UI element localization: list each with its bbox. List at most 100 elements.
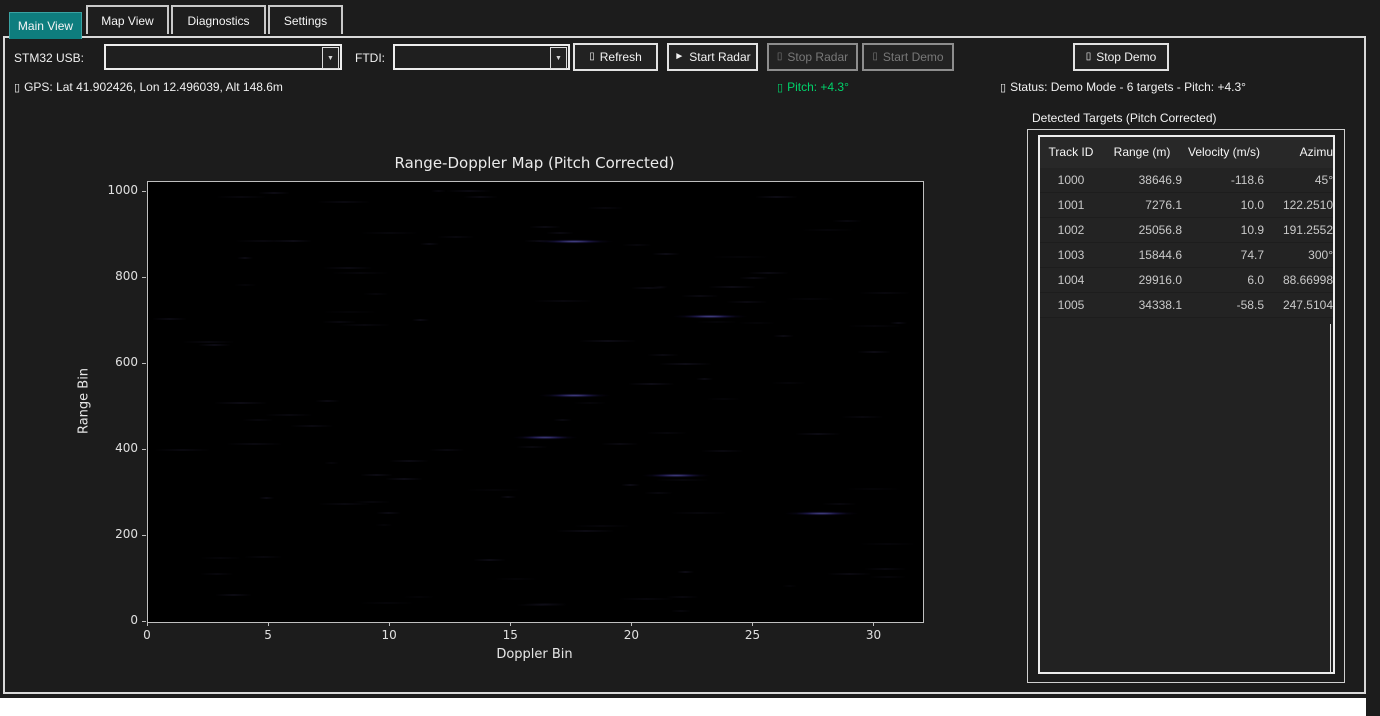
noise-streak <box>546 232 575 234</box>
chevron-down-icon[interactable]: ▼ <box>322 47 339 69</box>
noise-streak <box>359 602 415 604</box>
screenshot-canvas: Main View Map View Diagnostics Settings … <box>0 0 1380 716</box>
target-cell: 10.9 <box>1184 223 1264 237</box>
targets-column-header: Range (m) <box>1102 145 1182 159</box>
noise-streak <box>420 243 439 245</box>
tab-settings[interactable]: Settings <box>268 5 343 34</box>
noise-streak <box>706 398 741 400</box>
noise-streak <box>573 525 631 527</box>
noise-streak <box>494 578 539 580</box>
noise-streak <box>363 293 390 295</box>
noise-streak <box>226 443 283 445</box>
refresh-button[interactable]: ▯ Refresh <box>573 43 658 71</box>
target-cell: 1005 <box>1042 298 1100 312</box>
target-row[interactable]: 100534338.1-58.5247.5104 <box>1040 293 1333 318</box>
tab-diagnostics-label: Diagnostics <box>187 14 249 28</box>
noise-streak <box>389 460 429 462</box>
x-tick-label: 30 <box>854 628 894 642</box>
target-cell: -58.5 <box>1184 298 1264 312</box>
start-radar-button[interactable]: ► Start Radar <box>667 43 758 71</box>
target-cell: 1003 <box>1042 248 1100 262</box>
noise-streak <box>622 244 652 246</box>
noise-streak <box>412 319 429 321</box>
target-row[interactable]: 100225056.810.9191.2552 <box>1040 218 1333 243</box>
noise-streak <box>331 272 390 274</box>
target-cell: 88.66998 <box>1264 273 1333 287</box>
missing-glyph-icon: ▯ <box>14 82 20 94</box>
stop-demo-button[interactable]: ▯ Stop Demo <box>1073 43 1169 71</box>
noise-streak <box>516 604 567 606</box>
x-axis-label: Doppler Bin <box>147 647 922 662</box>
noise-streak <box>242 419 274 421</box>
noise-streak <box>463 196 497 198</box>
noise-streak <box>832 220 861 222</box>
target-row[interactable]: 10017276.110.0122.2510 <box>1040 193 1333 218</box>
radar-app-window: Main View Map View Diagnostics Settings … <box>0 0 1380 716</box>
noise-streak <box>214 402 268 404</box>
noise-streak <box>859 543 917 545</box>
y-tick <box>142 621 146 622</box>
y-tick <box>142 449 146 450</box>
noise-streak <box>431 190 446 192</box>
noise-streak <box>274 240 311 242</box>
missing-glyph-icon: ▯ <box>1086 52 1092 62</box>
chevron-down-icon[interactable]: ▼ <box>550 47 567 69</box>
targets-column-header: Velocity (m/s) <box>1184 145 1264 159</box>
x-tick-label: 20 <box>611 628 651 642</box>
targets-table[interactable]: Track IDRange (m)Velocity (m/s)Azimu 100… <box>1038 135 1335 674</box>
target-cell: 25056.8 <box>1102 223 1182 237</box>
x-tick <box>752 622 753 626</box>
noise-streak <box>237 257 253 259</box>
pitch-status-text: ▯Pitch: +4.3° <box>777 80 849 94</box>
noise-streak <box>553 419 572 421</box>
noise-streak <box>841 416 884 418</box>
noise-streak <box>782 585 798 587</box>
ftdi-combobox[interactable]: ▼ <box>393 44 570 70</box>
tab-map-view[interactable]: Map View <box>86 5 169 34</box>
detection-streak <box>538 394 611 397</box>
noise-streak <box>785 298 837 300</box>
stm32-usb-combobox[interactable]: ▼ <box>104 44 342 70</box>
targets-panel-title: Detected Targets (Pitch Corrected) <box>1032 111 1217 125</box>
noise-streak <box>152 318 187 320</box>
y-tick-label: 200 <box>88 527 138 541</box>
tab-main-view[interactable]: Main View <box>9 12 82 39</box>
noise-streak <box>587 207 625 209</box>
target-row[interactable]: 100429916.06.088.66998 <box>1040 268 1333 293</box>
stop-radar-button: ▯ Stop Radar <box>767 43 858 71</box>
noise-streak <box>198 344 231 346</box>
noise-streak <box>215 594 252 596</box>
noise-streak <box>500 496 516 498</box>
scrollbar[interactable] <box>1330 324 1331 672</box>
targets-column-header: Azimu <box>1264 145 1333 159</box>
play-icon: ► <box>674 52 684 62</box>
target-cell: 6.0 <box>1184 273 1264 287</box>
noise-streak <box>216 196 267 198</box>
page-background-strip <box>0 698 1366 716</box>
noise-streak <box>652 253 680 255</box>
y-tick-label: 800 <box>88 269 138 283</box>
noise-streak <box>200 573 233 575</box>
target-cell: 29916.0 <box>1102 273 1182 287</box>
noise-streak <box>259 497 274 499</box>
noise-streak <box>529 226 560 228</box>
target-row[interactable]: 100038646.9-118.645° <box>1040 168 1333 193</box>
tab-diagnostics[interactable]: Diagnostics <box>171 5 266 34</box>
target-cell: 1004 <box>1042 273 1100 287</box>
noise-streak <box>290 425 333 427</box>
noise-streak <box>696 321 739 323</box>
noise-streak <box>748 272 789 274</box>
x-tick <box>389 622 390 626</box>
y-tick-label: 600 <box>88 355 138 369</box>
targets-table-header: Track IDRange (m)Velocity (m/s)Azimu <box>1040 137 1333 168</box>
y-tick-label: 0 <box>88 613 138 627</box>
noise-streak <box>258 192 290 194</box>
noise-streak <box>429 449 466 451</box>
target-row[interactable]: 100315844.674.7300° <box>1040 243 1333 268</box>
noise-streak <box>773 335 795 337</box>
noise-streak <box>646 432 688 434</box>
noise-streak <box>322 321 357 323</box>
noise-streak <box>323 267 373 269</box>
noise-streak <box>847 325 902 327</box>
stop-demo-button-label: Stop Demo <box>1096 50 1156 64</box>
